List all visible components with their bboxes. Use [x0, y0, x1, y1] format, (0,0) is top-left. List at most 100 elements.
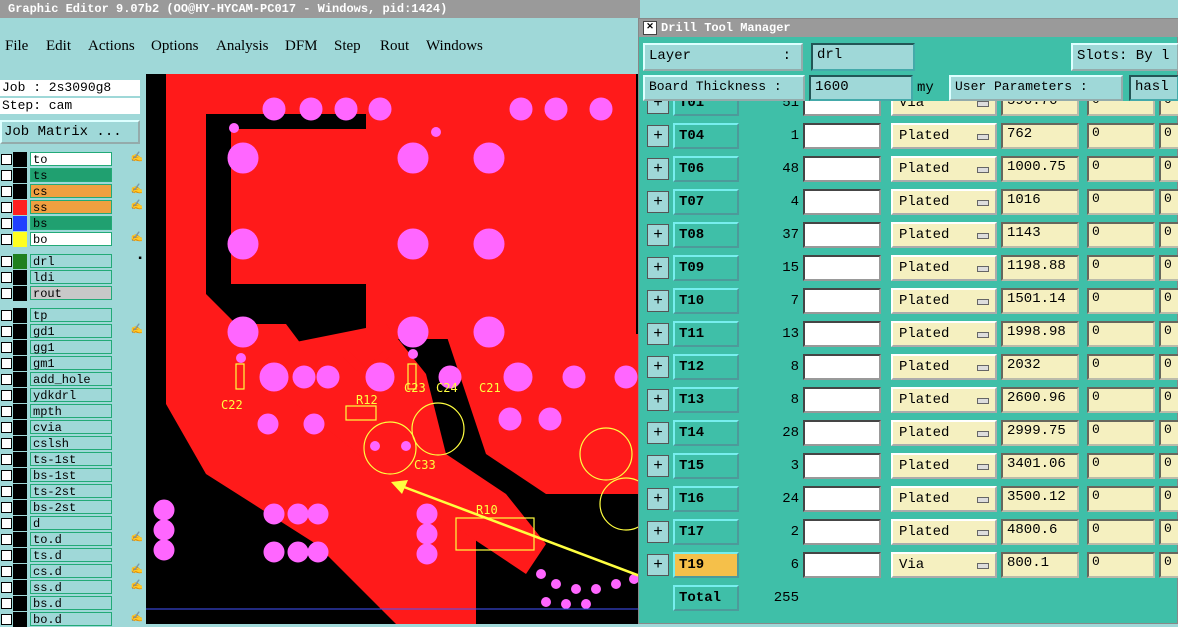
tool-tol-minus-field[interactable]: 0: [1159, 101, 1178, 116]
layer-row-bs.d[interactable]: bs.d: [0, 596, 146, 611]
tool-number-button[interactable]: T08: [673, 222, 739, 248]
layer-name[interactable]: gd1: [30, 324, 112, 339]
layer-checkbox[interactable]: [1, 154, 12, 165]
tool-row-t01[interactable]: + T01 51 Via 596.76 00: [647, 101, 1178, 120]
layer-name[interactable]: to.d: [30, 532, 112, 547]
tool-number-button[interactable]: T07: [673, 189, 739, 215]
layer-row-cvia[interactable]: cvia: [0, 420, 146, 435]
layer-checkbox[interactable]: [1, 202, 12, 213]
tool-type-select[interactable]: Plated: [891, 519, 997, 545]
layer-name[interactable]: ts-1st: [30, 452, 112, 467]
menu-windows[interactable]: Windows: [426, 38, 483, 55]
tool-finish-field[interactable]: [803, 156, 881, 182]
layer-checkbox[interactable]: [1, 390, 12, 401]
job-matrix-button[interactable]: Job Matrix ...: [0, 120, 140, 144]
layer-field[interactable]: drl: [811, 43, 915, 71]
layer-color-swatch[interactable]: [13, 356, 27, 371]
layer-name[interactable]: ts.d: [30, 548, 112, 563]
tool-tol-minus-field[interactable]: 0: [1159, 123, 1178, 149]
tool-tol-plus-field[interactable]: 0: [1087, 123, 1155, 149]
tool-number-button[interactable]: T01: [673, 101, 739, 116]
layer-checkbox[interactable]: [1, 566, 12, 577]
layer-row-to.d[interactable]: to.d ✍: [0, 532, 146, 547]
layer-row-ss[interactable]: ss ✍: [0, 200, 146, 215]
tool-row-t10[interactable]: + T10 7 Plated 1501.14 0 0: [647, 285, 1178, 318]
tool-tol-plus-field[interactable]: 0: [1087, 255, 1155, 281]
layer-color-swatch[interactable]: [13, 548, 27, 563]
layer-name[interactable]: ydkdrl: [30, 388, 112, 403]
expand-tool-icon[interactable]: +: [647, 101, 669, 114]
tool-tol-minus-field[interactable]: 0: [1159, 519, 1178, 545]
layer-checkbox[interactable]: [1, 374, 12, 385]
slots-label[interactable]: Slots: By l: [1071, 43, 1178, 71]
tool-tol-minus-field[interactable]: 0: [1159, 387, 1178, 413]
expand-tool-icon[interactable]: +: [647, 455, 669, 477]
layer-name[interactable]: mpth: [30, 404, 112, 419]
menu-options[interactable]: Options: [151, 38, 199, 55]
layer-name[interactable]: add_hole: [30, 372, 112, 387]
tool-finish-field[interactable]: [803, 552, 881, 578]
tool-type-select[interactable]: Plated: [891, 288, 997, 314]
layer-checkbox[interactable]: [1, 288, 12, 299]
tool-type-select[interactable]: Plated: [891, 123, 997, 149]
tool-row-t19[interactable]: + T19 6 Via 800.1 0 0: [647, 549, 1178, 582]
layer-color-swatch[interactable]: [13, 152, 27, 167]
tool-number-button[interactable]: T19: [673, 552, 739, 578]
tool-type-select[interactable]: Via: [891, 552, 997, 578]
tool-tol-minus-field[interactable]: 0: [1159, 453, 1178, 479]
layer-color-swatch[interactable]: [13, 436, 27, 451]
tool-number-button[interactable]: T04: [673, 123, 739, 149]
expand-tool-icon[interactable]: +: [647, 158, 669, 180]
layer-color-swatch[interactable]: [13, 580, 27, 595]
tool-type-select[interactable]: Plated: [891, 420, 997, 446]
tool-row-t14[interactable]: + T14 28 Plated 2999.75 0 0: [647, 417, 1178, 450]
layer-name[interactable]: cslsh: [30, 436, 112, 451]
tool-number-button[interactable]: T11: [673, 321, 739, 347]
layer-row-ts[interactable]: ts: [0, 168, 146, 183]
layer-row-to[interactable]: to ✍: [0, 152, 146, 167]
layer-color-swatch[interactable]: [13, 232, 27, 247]
menu-edit[interactable]: Edit: [46, 38, 71, 55]
tool-type-select[interactable]: Plated: [891, 354, 997, 380]
layer-color-swatch[interactable]: [13, 168, 27, 183]
layer-name[interactable]: bs.d: [30, 596, 112, 611]
layer-name[interactable]: bs: [30, 216, 112, 231]
tool-tol-plus-field[interactable]: 0: [1087, 453, 1155, 479]
tool-tol-plus-field[interactable]: 0: [1087, 552, 1155, 578]
layer-checkbox[interactable]: [1, 342, 12, 353]
layer-name[interactable]: ts: [30, 168, 112, 183]
layer-row-gg1[interactable]: gg1: [0, 340, 146, 355]
layer-checkbox[interactable]: [1, 502, 12, 513]
tool-row-t16[interactable]: + T16 24 Plated 3500.12 0 0: [647, 483, 1178, 516]
layer-row-ts-1st[interactable]: ts-1st: [0, 452, 146, 467]
menu-actions[interactable]: Actions: [88, 38, 135, 55]
layer-name[interactable]: ts-2st: [30, 484, 112, 499]
layer-color-swatch[interactable]: [13, 308, 27, 323]
tool-finish-field[interactable]: [803, 123, 881, 149]
layer-name[interactable]: ss: [30, 200, 112, 215]
layer-row-gm1[interactable]: gm1: [0, 356, 146, 371]
layer-row-drl[interactable]: drl ▪: [0, 254, 146, 269]
tool-tol-plus-field[interactable]: 0: [1087, 420, 1155, 446]
layer-row-ldi[interactable]: ldi: [0, 270, 146, 285]
layer-checkbox[interactable]: [1, 326, 12, 337]
tool-tol-plus-field[interactable]: 0: [1087, 387, 1155, 413]
board-thickness-field[interactable]: 1600: [809, 75, 913, 101]
layer-row-bo.d[interactable]: bo.d ✍: [0, 612, 146, 627]
tool-size-field[interactable]: 596.76: [1001, 101, 1079, 116]
tool-number-button[interactable]: T14: [673, 420, 739, 446]
layer-checkbox[interactable]: [1, 310, 12, 321]
tool-tol-minus-field[interactable]: 0: [1159, 222, 1178, 248]
tool-finish-field[interactable]: [803, 486, 881, 512]
layer-color-swatch[interactable]: [13, 340, 27, 355]
layer-name[interactable]: bs-1st: [30, 468, 112, 483]
layer-row-bo[interactable]: bo ✍: [0, 232, 146, 247]
layer-checkbox[interactable]: [1, 470, 12, 481]
layer-color-swatch[interactable]: [13, 388, 27, 403]
tool-tol-minus-field[interactable]: 0: [1159, 354, 1178, 380]
layer-checkbox[interactable]: [1, 454, 12, 465]
tool-tol-minus-field[interactable]: 0: [1159, 420, 1178, 446]
tool-tol-plus-field[interactable]: 0: [1087, 189, 1155, 215]
tool-type-select[interactable]: Plated: [891, 255, 997, 281]
tool-row-t04[interactable]: + T04 1 Plated 762 0 0: [647, 120, 1178, 153]
